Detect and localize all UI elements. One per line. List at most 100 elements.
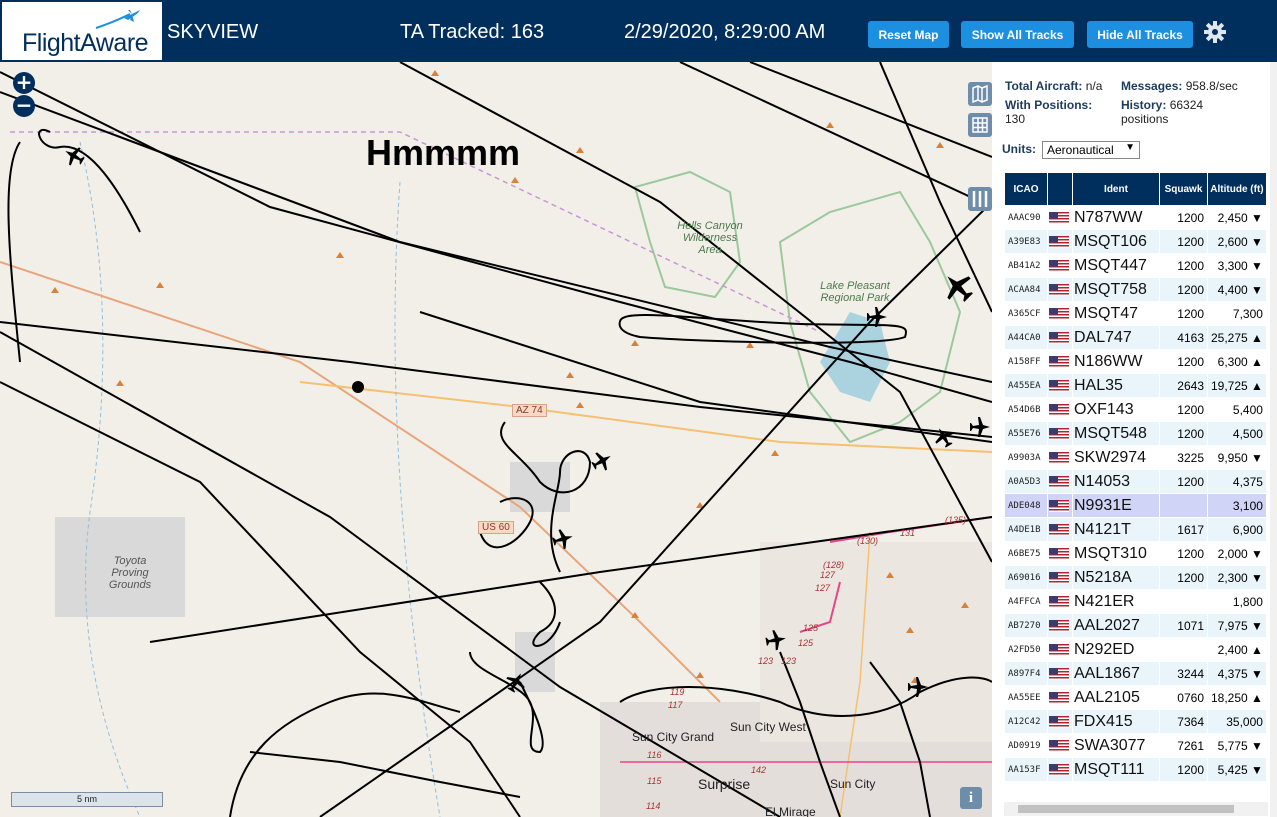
squawk-cell: 3244 (1160, 662, 1207, 685)
table-row[interactable]: A9903A SKW2974 3225 9,950 ▼ (1005, 446, 1266, 469)
grid-icon (972, 117, 988, 133)
squawk-cell (1160, 638, 1207, 661)
info-button[interactable]: i (960, 787, 982, 809)
us-flag-icon (1049, 739, 1069, 752)
table-row[interactable]: AA55EE AAL2105 0760 18,250 ▲ (1005, 686, 1266, 709)
positions-stat: With Positions: 130 (1005, 98, 1115, 126)
table-row[interactable]: A39E83 MSQT106 1200 2,600 ▼ (1005, 230, 1266, 253)
table-row[interactable]: ADE048 N9931E 3,100 (1005, 494, 1266, 517)
us-flag-icon (1049, 667, 1069, 680)
table-row[interactable]: A4FFCA N421ER 1,800 (1005, 590, 1266, 613)
table-row[interactable]: A0A5D3 N14053 1200 4,375 (1005, 470, 1266, 493)
table-row[interactable]: AB41A2 MSQT447 1200 3,300 ▼ (1005, 254, 1266, 277)
us-flag-icon (1049, 331, 1069, 344)
flightaware-logo[interactable]: FlightAware (2, 2, 162, 60)
map-scale-bar: 5 nm (11, 792, 163, 807)
receiver-location-marker (352, 381, 364, 393)
flag-cell (1048, 758, 1072, 781)
table-row[interactable]: A44CA0 DAL747 4163 25,275 ▲ (1005, 326, 1266, 349)
us-flag-icon (1049, 451, 1069, 464)
grid-toggle-button[interactable] (968, 113, 992, 137)
map-layers-button[interactable] (968, 82, 992, 106)
icao-cell: A39E83 (1005, 230, 1047, 253)
altitude-column-header[interactable]: Altitude (ft) (1208, 173, 1266, 205)
altitude-cell: 6,900 (1208, 518, 1266, 541)
ident-cell: MSQT758 (1073, 278, 1159, 301)
us-flag-icon (1049, 643, 1069, 656)
ident-cell: MSQT47 (1073, 302, 1159, 325)
map-icon (972, 84, 988, 104)
table-row[interactable]: A158FF N186WW 1200 6,300 ▲ (1005, 350, 1266, 373)
ident-column-header[interactable]: Ident (1073, 173, 1159, 205)
altitude-cell: 2,300 ▼ (1208, 566, 1266, 589)
table-row[interactable]: A55E76 MSQT548 1200 4,500 (1005, 422, 1266, 445)
table-header-row: ICAO Ident Squawk Altitude (ft) (1005, 173, 1266, 205)
map-canvas[interactable] (0, 62, 992, 817)
ident-cell: N292ED (1073, 638, 1159, 661)
road-label: 114 (646, 801, 661, 811)
ident-cell: N787WW (1073, 206, 1159, 229)
icao-cell: A55E76 (1005, 422, 1047, 445)
icao-cell: A4DE1B (1005, 518, 1047, 541)
table-row[interactable]: A6BE75 MSQT310 1200 2,000 ▼ (1005, 542, 1266, 565)
columns-toggle-button[interactable] (968, 187, 992, 211)
flag-column-header[interactable] (1048, 173, 1072, 205)
flag-cell (1048, 566, 1072, 589)
ident-cell: AAL1867 (1073, 662, 1159, 685)
table-row[interactable]: A12C42 FDX415 7364 35,000 (1005, 710, 1266, 733)
table-row[interactable]: A54D6B OXF143 1200 5,400 (1005, 398, 1266, 421)
icao-cell: A158FF (1005, 350, 1047, 373)
us-flag-icon (1049, 427, 1069, 440)
logo-text: FlightAware (22, 29, 149, 57)
us-flag-icon (1049, 259, 1069, 272)
us-flag-icon (1049, 355, 1069, 368)
table-row[interactable]: A69016 N5218A 1200 2,300 ▼ (1005, 566, 1266, 589)
road-label: 127 (820, 570, 836, 580)
sun-city-grand-label: Sun City Grand (632, 730, 715, 744)
map-view[interactable]: + − Hmmmm Hells Canyon Wilderness Area L… (0, 62, 992, 817)
scrollbar-thumb[interactable] (1018, 805, 1234, 813)
table-row[interactable]: A2FD50 N292ED 2,400 ▲ (1005, 638, 1266, 661)
units-label: Units: (1002, 142, 1036, 156)
us-flag-icon (1049, 211, 1069, 224)
ident-cell: MSQT106 (1073, 230, 1159, 253)
icao-cell: AA153F (1005, 758, 1047, 781)
horizontal-scrollbar[interactable] (1004, 802, 1268, 816)
hide-all-tracks-button[interactable]: Hide All Tracks (1087, 21, 1193, 48)
table-row[interactable]: ACAA84 MSQT758 1200 4,400 ▼ (1005, 278, 1266, 301)
reset-map-button[interactable]: Reset Map (868, 21, 949, 48)
icao-column-header[interactable]: ICAO (1005, 173, 1047, 205)
ident-cell: MSQT447 (1073, 254, 1159, 277)
show-all-tracks-button[interactable]: Show All Tracks (961, 21, 1074, 48)
altitude-cell: 4,375 ▼ (1208, 662, 1266, 685)
table-row[interactable]: AB7270 AAL2027 1071 7,975 ▼ (1005, 614, 1266, 637)
icao-cell: ACAA84 (1005, 278, 1047, 301)
icao-cell: A2FD50 (1005, 638, 1047, 661)
squawk-cell: 1200 (1160, 350, 1207, 373)
table-row[interactable]: AA153F MSQT111 1200 5,425 ▼ (1005, 758, 1266, 781)
squawk-cell: 1200 (1160, 230, 1207, 253)
positions-value: 130 (1005, 112, 1026, 126)
road-label: (135) (945, 515, 967, 525)
gear-icon[interactable] (1203, 20, 1227, 44)
vertical-scrollbar[interactable] (1270, 62, 1277, 817)
table-row[interactable]: AD0919 SWA3077 7261 5,775 ▼ (1005, 734, 1266, 757)
flag-cell (1048, 590, 1072, 613)
table-row[interactable]: A897F4 AAL1867 3244 4,375 ▼ (1005, 662, 1266, 685)
zoom-in-button[interactable]: + (13, 72, 35, 94)
ident-cell: MSQT310 (1073, 542, 1159, 565)
sun-city-west-label: Sun City West (730, 720, 806, 734)
icao-cell: A4FFCA (1005, 590, 1047, 613)
table-row[interactable]: A365CF MSQT47 1200 7,300 (1005, 302, 1266, 325)
table-row[interactable]: AAAC90 N787WW 1200 2,450 ▼ (1005, 206, 1266, 229)
squawk-cell: 1200 (1160, 206, 1207, 229)
table-row[interactable]: A4DE1B N4121T 1617 6,900 (1005, 518, 1266, 541)
squawk-cell: 3225 (1160, 446, 1207, 469)
zoom-out-button[interactable]: − (13, 95, 35, 117)
table-row[interactable]: A455EA HAL35 2643 19,725 ▲ (1005, 374, 1266, 397)
icao-cell: A897F4 (1005, 662, 1047, 685)
ident-cell: FDX415 (1073, 710, 1159, 733)
units-select[interactable]: Aeronautical ▼ (1042, 141, 1140, 159)
squawk-column-header[interactable]: Squawk (1160, 173, 1207, 205)
ident-cell: MSQT111 (1073, 758, 1159, 781)
